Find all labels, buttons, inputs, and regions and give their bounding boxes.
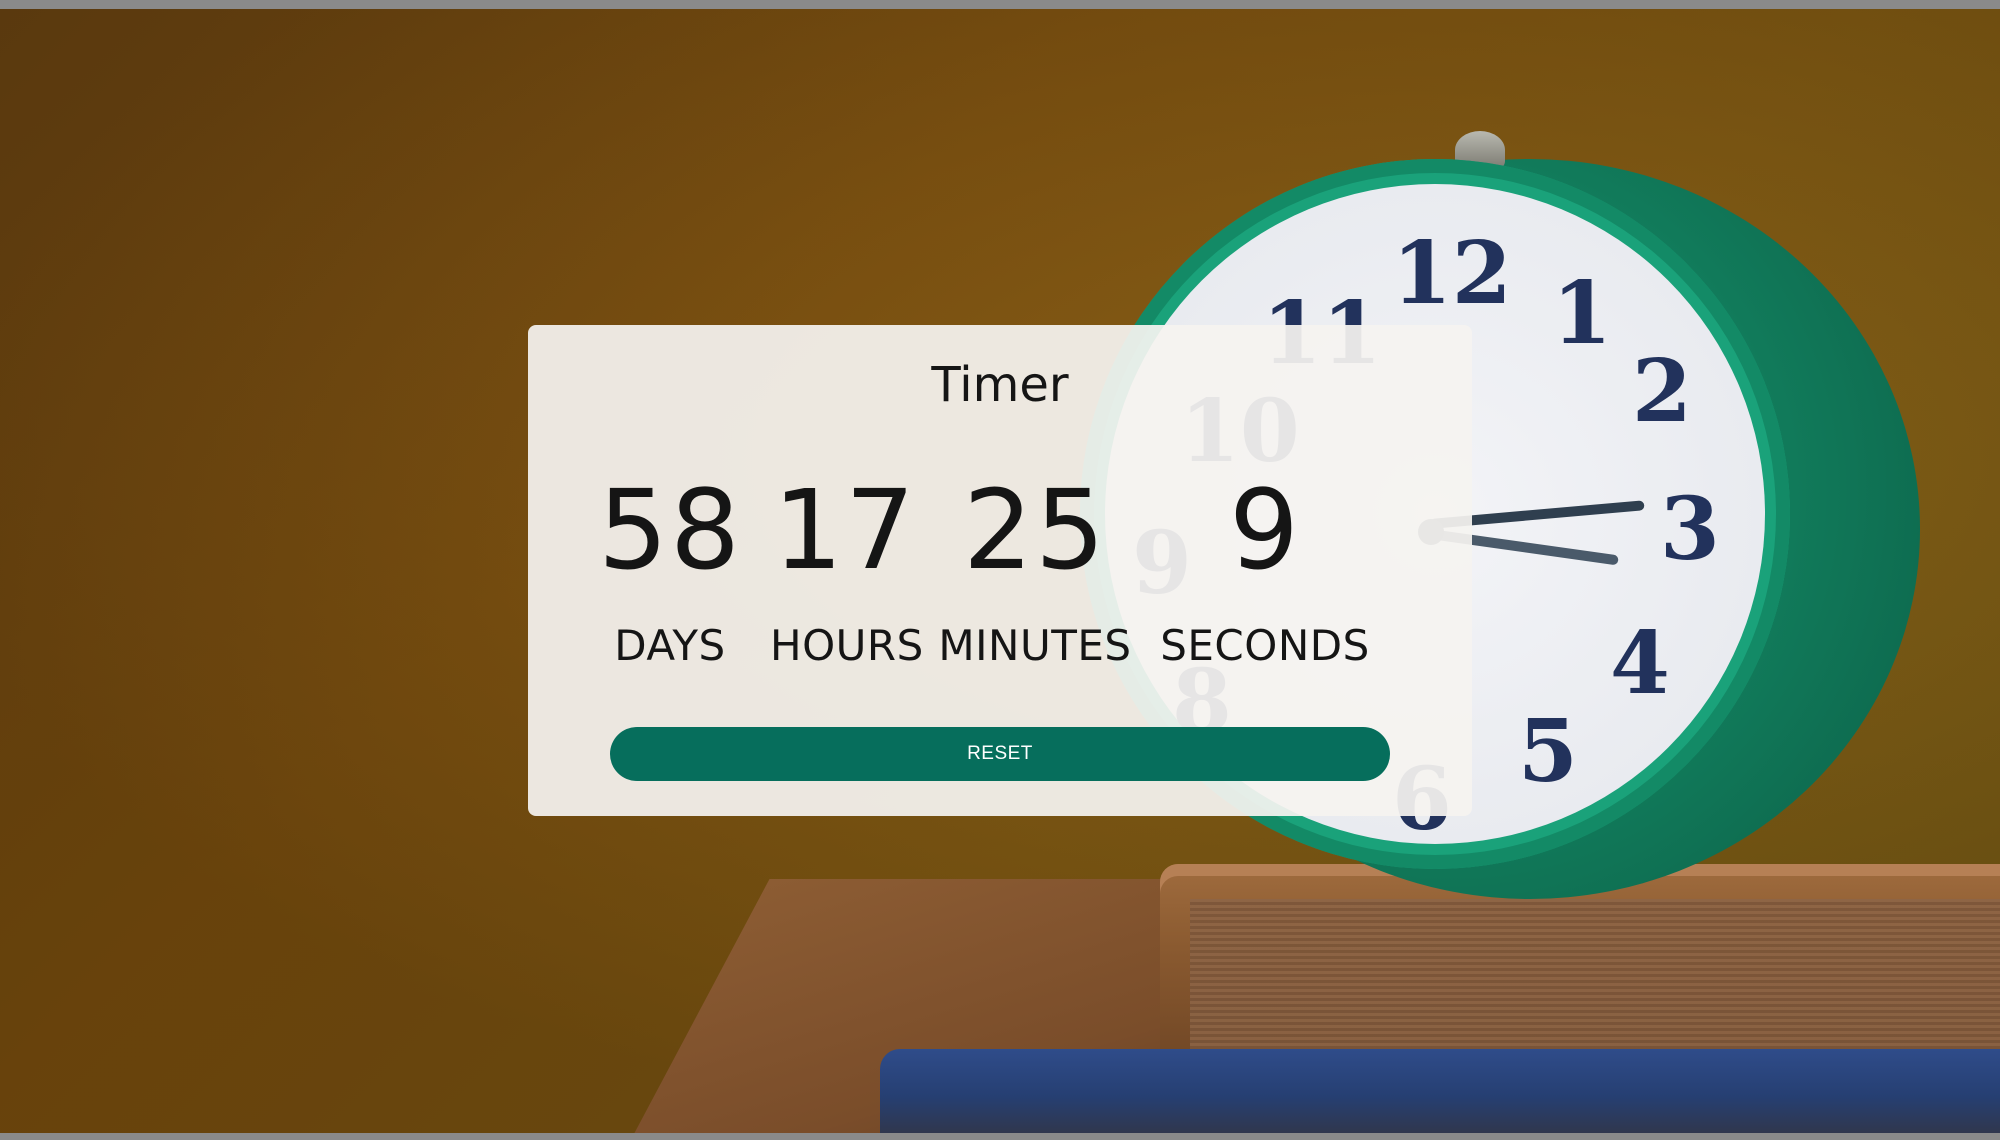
days-label: DAYS xyxy=(614,621,726,670)
timer-unit-hours: 17 HOURS xyxy=(770,466,924,670)
reset-button[interactable]: RESET xyxy=(610,727,1390,781)
hours-value: 17 xyxy=(773,466,917,594)
clock-numeral-3: 3 xyxy=(1660,479,1720,580)
clock-numeral-2: 2 xyxy=(1632,341,1692,442)
hours-label: HOURS xyxy=(770,621,924,670)
timer-unit-seconds: 9 SECONDS xyxy=(1155,475,1375,670)
clock-numeral-4: 4 xyxy=(1610,613,1670,714)
seconds-label: SECONDS xyxy=(1160,621,1370,670)
timer-unit-days: 58 DAYS xyxy=(590,475,750,670)
timer-card: Timer 58 DAYS 17 HOURS 25 MINUTES 9 SECO… xyxy=(528,325,1472,816)
book-bottom xyxy=(880,1049,2000,1133)
timer-title: Timer xyxy=(931,357,1069,413)
days-value: 58 xyxy=(598,466,742,594)
page: 12 1 2 3 4 5 6 8 9 10 11 Timer 58 DAYS 1… xyxy=(0,0,2000,1140)
clock-numeral-12: 12 xyxy=(1392,223,1512,324)
minutes-label: MINUTES xyxy=(938,621,1132,670)
minutes-value: 25 xyxy=(963,466,1107,594)
clock-numeral-5: 5 xyxy=(1518,701,1578,802)
seconds-value: 9 xyxy=(1229,466,1301,594)
book-pages xyxy=(1190,899,2000,1059)
clock-numeral-1: 1 xyxy=(1552,263,1612,364)
timer-unit-minutes: 25 MINUTES xyxy=(935,475,1135,670)
